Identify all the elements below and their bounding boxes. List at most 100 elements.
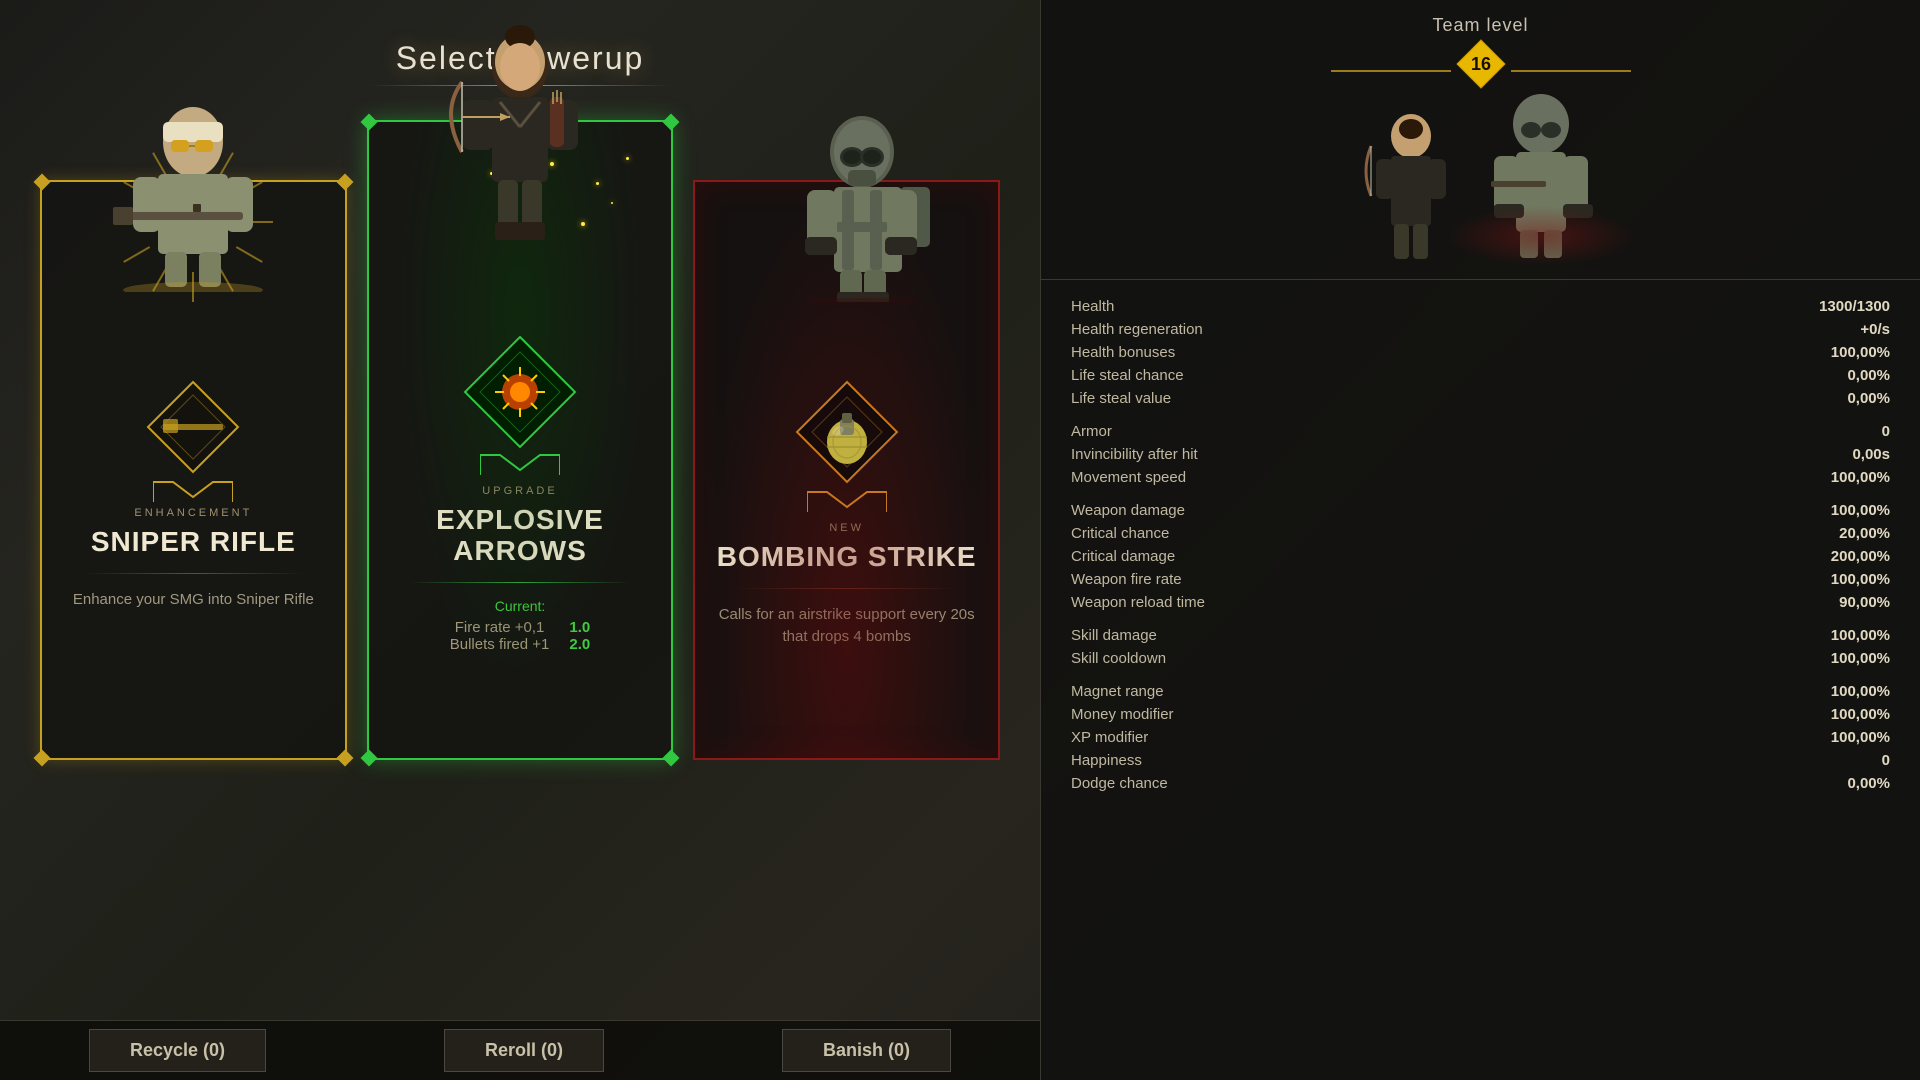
- stat-label-critical-chance: Critical chance: [1071, 525, 1169, 542]
- recycle-button[interactable]: Recycle (0): [89, 1029, 266, 1072]
- bullets-label: Bullets fired +1: [450, 636, 550, 653]
- stat-value-xp-modifier: 100,00%: [1810, 729, 1890, 746]
- bomber-character: [772, 102, 952, 307]
- stats-section: Health1300/1300Health regeneration+0/sHe…: [1041, 280, 1920, 810]
- stat-value-weapon-damage: 100,00%: [1810, 502, 1890, 519]
- stat-row-movement-speed: Movement speed100,00%: [1071, 466, 1890, 489]
- stat-label-health: Health: [1071, 298, 1114, 315]
- stat-value-armor: 0: [1810, 423, 1890, 440]
- sniper-diamond-icon: [143, 377, 243, 482]
- stat-label-life-steal-value: Life steal value: [1071, 390, 1171, 407]
- stat-col-values: 1.0 2.0: [569, 619, 590, 653]
- card-bombing-strike[interactable]: NEW BOMBING STRIKE Calls for an airstrik…: [693, 180, 1000, 760]
- stat-row-health-regen: Health regeneration +0/s: [1071, 318, 1890, 341]
- bombing-tag: NEW: [715, 522, 978, 534]
- stat-value-health-regen: +0/s: [1810, 321, 1890, 338]
- stat-label-skill-damage: Skill damage: [1071, 627, 1157, 644]
- card-sniper-rifle[interactable]: ENHANCEMENT SNIPER RIFLE Enhance your SM…: [40, 180, 347, 760]
- stat-row-happiness: Happiness0: [1071, 749, 1890, 772]
- stat-label-weapon-reload: Weapon reload time: [1071, 594, 1205, 611]
- stat-row-dodge-chance: Dodge chance0,00%: [1071, 772, 1890, 795]
- stat-row-life-steal-chance: Life steal chance 0,00%: [1071, 364, 1890, 387]
- stat-label-money-modifier: Money modifier: [1071, 706, 1174, 723]
- stat-value-critical-damage: 200,00%: [1810, 548, 1890, 565]
- cards-container: ENHANCEMENT SNIPER RIFLE Enhance your SM…: [40, 120, 1000, 780]
- stat-label-health-regen: Health regeneration: [1071, 321, 1203, 338]
- level-badge: 16: [1455, 38, 1507, 90]
- stat-row-critical-chance: Critical chance20,00%: [1071, 522, 1890, 545]
- sniper-desc: Enhance your SMG into Sniper Rifle: [62, 589, 325, 612]
- m-shape-sniper: [153, 477, 233, 507]
- stat-label-weapon-fire-rate: Weapon fire rate: [1071, 571, 1182, 588]
- stat-group-divider: [1071, 410, 1890, 420]
- bottom-bar: Recycle (0) Reroll (0) Banish (0): [0, 1020, 1040, 1080]
- stats-container: Health1300/1300Health regeneration+0/sHe…: [1071, 295, 1890, 795]
- bombing-card-content: NEW BOMBING STRIKE Calls for an airstrik…: [695, 507, 998, 758]
- archer-character: [420, 12, 620, 247]
- stat-label-invincibility: Invincibility after hit: [1071, 446, 1198, 463]
- stat-value-happiness: 0: [1810, 752, 1890, 769]
- sniper-character: [103, 92, 283, 297]
- current-label: Current:: [389, 598, 652, 614]
- team-level-section: Team level 16: [1041, 0, 1920, 280]
- stat-group-divider: [1071, 614, 1890, 624]
- reroll-button[interactable]: Reroll (0): [444, 1029, 604, 1072]
- stat-row-critical-damage: Critical damage200,00%: [1071, 545, 1890, 568]
- banish-button[interactable]: Banish (0): [782, 1029, 951, 1072]
- sniper-tag: ENHANCEMENT: [62, 507, 325, 519]
- stat-value-movement-speed: 100,00%: [1810, 469, 1890, 486]
- stat-row-life-steal-value: Life steal value 0,00%: [1071, 387, 1890, 410]
- stat-label-health-bonuses: Health bonuses: [1071, 344, 1175, 361]
- stat-label-skill-cooldown: Skill cooldown: [1071, 650, 1166, 667]
- stat-label-magnet-range: Magnet range: [1071, 683, 1164, 700]
- stat-row-weapon-fire-rate: Weapon fire rate 100,00%: [1071, 568, 1890, 591]
- corner-tr: [336, 174, 353, 191]
- bombing-name: BOMBING STRIKE: [715, 542, 978, 573]
- stat-value-life-steal-value: 0,00%: [1810, 390, 1890, 407]
- arrows-stats: Current: Fire rate +0,1 Bullets fired +1…: [389, 598, 652, 653]
- stat-row-health-bonuses: Health bonuses 100,00%: [1071, 341, 1890, 364]
- bombing-diamond-icon: [792, 377, 902, 492]
- fire-rate-label: Fire rate +0,1: [450, 619, 550, 636]
- stat-row-money-modifier: Money modifier 100,00%: [1071, 703, 1890, 726]
- stat-value-skill-cooldown: 100,00%: [1810, 650, 1890, 667]
- stat-value-weapon-reload: 90,00%: [1810, 594, 1890, 611]
- m-shape-arrows: [480, 450, 560, 480]
- stat-value-weapon-fire-rate: 100,00%: [1810, 571, 1890, 588]
- arrows-diamond-icon: [460, 332, 580, 457]
- stat-rows: Fire rate +0,1 Bullets fired +1 1.0 2.0: [389, 619, 652, 653]
- fire-rate-value: 1.0: [569, 619, 590, 636]
- sniper-divider: [82, 573, 305, 574]
- stat-value-health: 1300/1300: [1810, 298, 1890, 315]
- stat-group-divider: [1071, 670, 1890, 680]
- arrows-name: EXPLOSIVE ARROWS: [389, 505, 652, 567]
- team-level-title: Team level: [1061, 15, 1900, 36]
- svg-text:16: 16: [1470, 54, 1490, 74]
- stat-value-magnet-range: 100,00%: [1810, 683, 1890, 700]
- stat-label-xp-modifier: XP modifier: [1071, 729, 1148, 746]
- right-panel: Team level 16: [1040, 0, 1920, 1080]
- m-shape-bombing: [807, 487, 887, 517]
- stat-row-magnet-range: Magnet range 100,00%: [1071, 680, 1890, 703]
- stat-row-skill-cooldown: Skill cooldown 100,00%: [1071, 647, 1890, 670]
- stat-label-life-steal-chance: Life steal chance: [1071, 367, 1184, 384]
- arrows-tag: UPGRADE: [389, 485, 652, 497]
- stat-row-weapon-damage: Weapon damage100,00%: [1071, 499, 1890, 522]
- stat-value-skill-damage: 100,00%: [1810, 627, 1890, 644]
- stat-value-money-modifier: 100,00%: [1810, 706, 1890, 723]
- arrows-card-content: UPGRADE EXPLOSIVE ARROWS Current: Fire r…: [369, 470, 672, 758]
- stat-value-invincibility: 0,00s: [1810, 446, 1890, 463]
- card-explosive-arrows[interactable]: UPGRADE EXPLOSIVE ARROWS Current: Fire r…: [367, 120, 674, 760]
- stat-row-armor: Armor0: [1071, 420, 1890, 443]
- stat-value-life-steal-chance: 0,00%: [1810, 367, 1890, 384]
- bombing-desc: Calls for an airstrike support every 20s…: [715, 604, 978, 649]
- stat-row-xp-modifier: XP modifier 100,00%: [1071, 726, 1890, 749]
- stat-value-health-bonuses: 100,00%: [1810, 344, 1890, 361]
- stat-row-skill-damage: Skill damage 100,00%: [1071, 624, 1890, 647]
- stat-group-divider: [1071, 489, 1890, 499]
- bullets-value: 2.0: [569, 636, 590, 653]
- sniper-name: SNIPER RIFLE: [62, 527, 325, 558]
- arrows-divider: [409, 582, 632, 583]
- stat-label-dodge-chance: Dodge chance: [1071, 775, 1168, 792]
- stat-row-weapon-reload: Weapon reload time 90,00%: [1071, 591, 1890, 614]
